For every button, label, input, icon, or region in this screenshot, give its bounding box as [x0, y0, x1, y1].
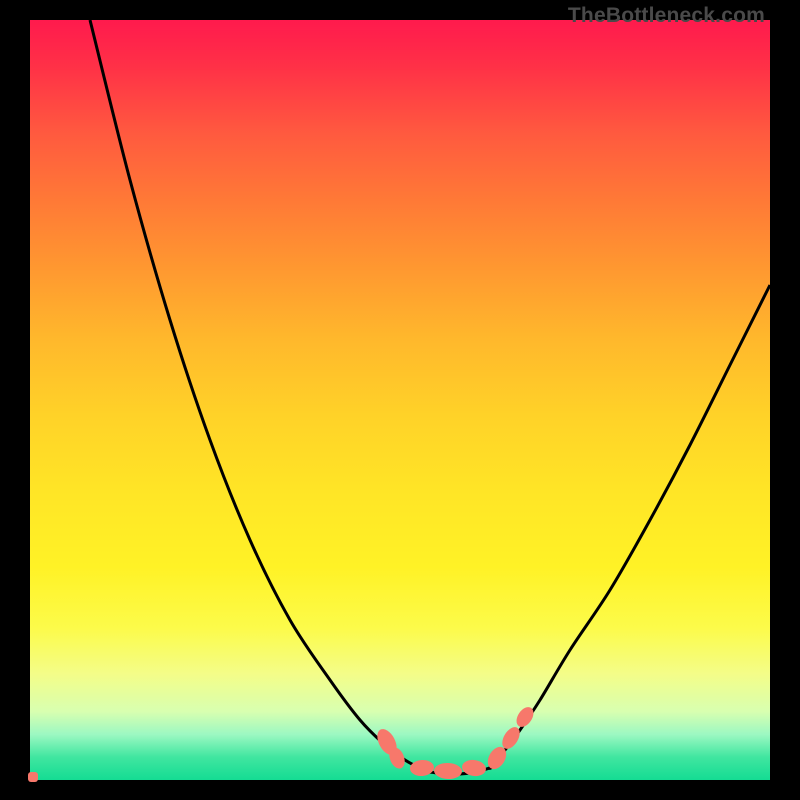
watermark-text: TheBottleneck.com	[568, 4, 765, 28]
bottleneck-curve	[30, 20, 770, 780]
curve-marker	[409, 759, 434, 777]
chart-plot-area	[30, 20, 770, 780]
bottleneck-curve-path	[90, 20, 770, 774]
curve-marker	[434, 763, 463, 780]
